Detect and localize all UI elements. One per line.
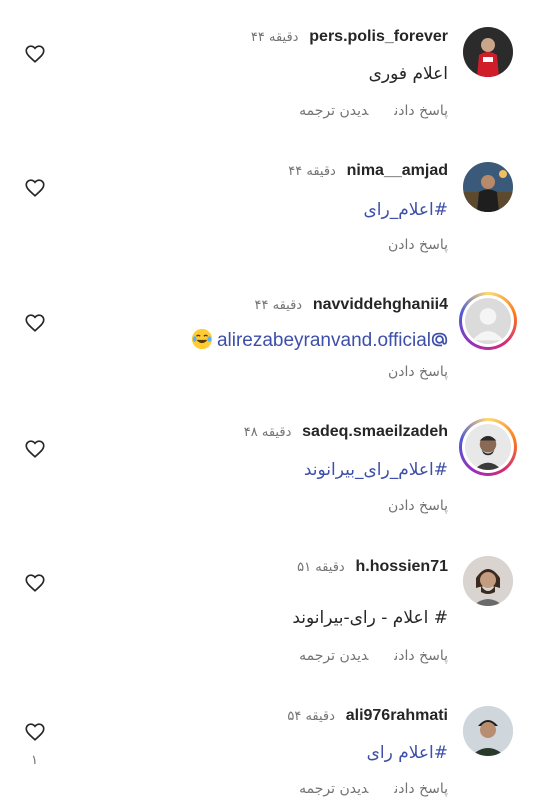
comment-hashtag[interactable]: #اعلام رای: [367, 741, 448, 765]
see-translation-button[interactable]: دیدن ترجمه: [299, 103, 368, 119]
avatar[interactable]: [463, 556, 513, 606]
avatar[interactable]: [459, 292, 517, 350]
comment-header: ۴۴ دقیقه pers.polis_forever: [251, 26, 448, 48]
like-count: ۱: [31, 753, 38, 768]
comment-username[interactable]: pers.polis_forever: [309, 28, 448, 45]
at-sign-icon: [431, 332, 448, 347]
comment-header: ۵۴ دقیقه ali976rahmati: [287, 705, 448, 727]
see-translation-button[interactable]: دیدن ترجمه: [299, 781, 368, 797]
comment-time: ۴۴ دقیقه: [254, 298, 303, 313]
heart-outline-icon[interactable]: [24, 721, 46, 743]
comment-hashtag[interactable]: #اعلام_رای: [363, 198, 448, 222]
comment-username[interactable]: ali976rahmati: [346, 707, 448, 724]
heart-outline-icon[interactable]: [24, 572, 46, 594]
reply-button[interactable]: پاسخ دادن: [394, 103, 448, 119]
comment-actions: پاسخ دادن دیدن ترجمه: [273, 779, 448, 799]
comment-text: # اعلام - رای-بیرانوند: [292, 608, 448, 628]
comment-hashtag[interactable]: #اعلام_رای_بیرانوند: [304, 458, 448, 482]
see-translation-button[interactable]: دیدن ترجمه: [299, 648, 368, 664]
comment-header: ۵۱ دقیقه h.hossien71: [297, 556, 448, 578]
comment-username[interactable]: nima__amjad: [347, 162, 448, 179]
heart-outline-icon[interactable]: [24, 312, 46, 334]
reply-button[interactable]: پاسخ دادن: [388, 364, 448, 380]
comment-header: ۴۴ دقیقه nima__amjad: [288, 160, 448, 182]
comment-time: ۵۱ دقیقه: [297, 560, 345, 575]
reply-button[interactable]: پاسخ دادن: [388, 237, 448, 253]
comment-username[interactable]: navviddehghanii4: [313, 296, 448, 313]
avatar[interactable]: [463, 706, 513, 756]
avatar[interactable]: [459, 418, 517, 476]
comment-text: اعلام فوری: [368, 64, 448, 84]
reply-button[interactable]: پاسخ دادن: [394, 781, 448, 797]
comment-time: ۵۴ دقیقه: [287, 709, 335, 724]
comment-username[interactable]: sadeq.smaeilzadeh: [302, 423, 448, 440]
comment-username[interactable]: h.hossien71: [356, 558, 448, 575]
comment-time: ۴۴ دقیقه: [250, 30, 299, 45]
comment-actions: پاسخ دادن: [362, 235, 448, 255]
comment-actions: پاسخ دادن دیدن ترجمه: [273, 646, 448, 666]
avatar[interactable]: [463, 27, 513, 77]
heart-outline-icon[interactable]: [24, 177, 46, 199]
comment-actions: پاسخ دادن: [362, 362, 448, 382]
reply-button[interactable]: پاسخ دادن: [394, 648, 448, 664]
comment-time: ۴۸ دقیقه: [243, 425, 292, 440]
avatar[interactable]: [463, 162, 513, 212]
comment-mention[interactable]: alirezabeyranvand.official: [191, 328, 448, 353]
mention-username[interactable]: alirezabeyranvand.official: [217, 330, 431, 351]
reply-button[interactable]: پاسخ دادن: [388, 498, 448, 514]
heart-outline-icon[interactable]: [24, 438, 46, 460]
face-with-tears-of-joy-emoji: [191, 328, 213, 350]
comment-header: ۴۸ دقیقه sadeq.smaeilzadeh: [244, 421, 448, 443]
comment-actions: پاسخ دادن: [362, 496, 448, 516]
comment-time: ۴۴ دقیقه: [288, 164, 336, 179]
heart-outline-icon[interactable]: [24, 43, 46, 65]
comment-header: ۴۴ دقیقه navviddehghanii4: [254, 294, 448, 316]
comment-actions: پاسخ دادن دیدن ترجمه: [273, 101, 448, 121]
